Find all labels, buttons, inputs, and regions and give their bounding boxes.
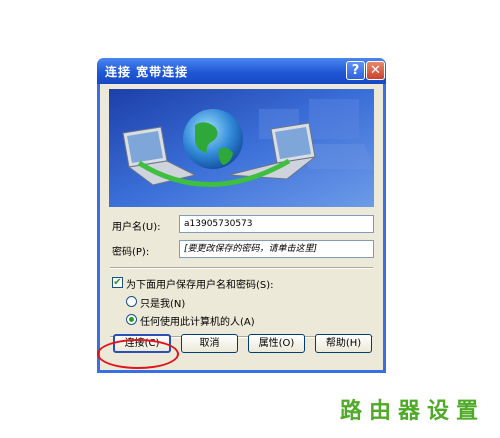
save-credentials-checkbox[interactable]: ✔ (112, 277, 123, 288)
close-title-button[interactable]: ✕ (366, 61, 385, 80)
site-watermark: 路由器设置 (340, 399, 486, 424)
globe-laptops-icon (109, 89, 374, 207)
checkmark-icon: ✔ (113, 277, 122, 288)
radio-anyone[interactable] (126, 314, 137, 325)
cancel-button[interactable]: 取消 (181, 334, 238, 353)
password-label: 密码(P): (112, 247, 150, 258)
help-title-button[interactable]: ? (346, 61, 365, 80)
dialog-client-area: 用户名(U): a13905730573 密码(P): [要更改保存的密码，请单… (100, 84, 383, 370)
separator (110, 267, 373, 269)
radio-only-me-label: 只是我(N) (140, 299, 186, 310)
window-title: 连接 宽带连接 (105, 65, 189, 79)
help-button[interactable]: 帮助(H) (315, 334, 372, 353)
radio-selected-dot (129, 317, 134, 322)
radio-only-me[interactable] (126, 296, 137, 307)
properties-button[interactable]: 属性(O) (248, 334, 305, 353)
username-label: 用户名(U): (112, 222, 161, 233)
save-credentials-label: 为下面用户保存用户名和密码(S): (126, 280, 274, 291)
highlight-ring (97, 339, 179, 369)
radio-anyone-label: 任何使用此计算机的人(A) (140, 317, 255, 328)
username-field[interactable]: a13905730573 (179, 215, 374, 233)
network-banner-illustration (109, 89, 374, 207)
title-bar: 连接 宽带连接 ? ✕ (97, 58, 386, 84)
connect-dialog: 连接 宽带连接 ? ✕ 用户名(U): a13905730573 密码(P): … (97, 58, 386, 373)
password-field[interactable]: [要更改保存的密码，请单击这里] (179, 240, 374, 258)
